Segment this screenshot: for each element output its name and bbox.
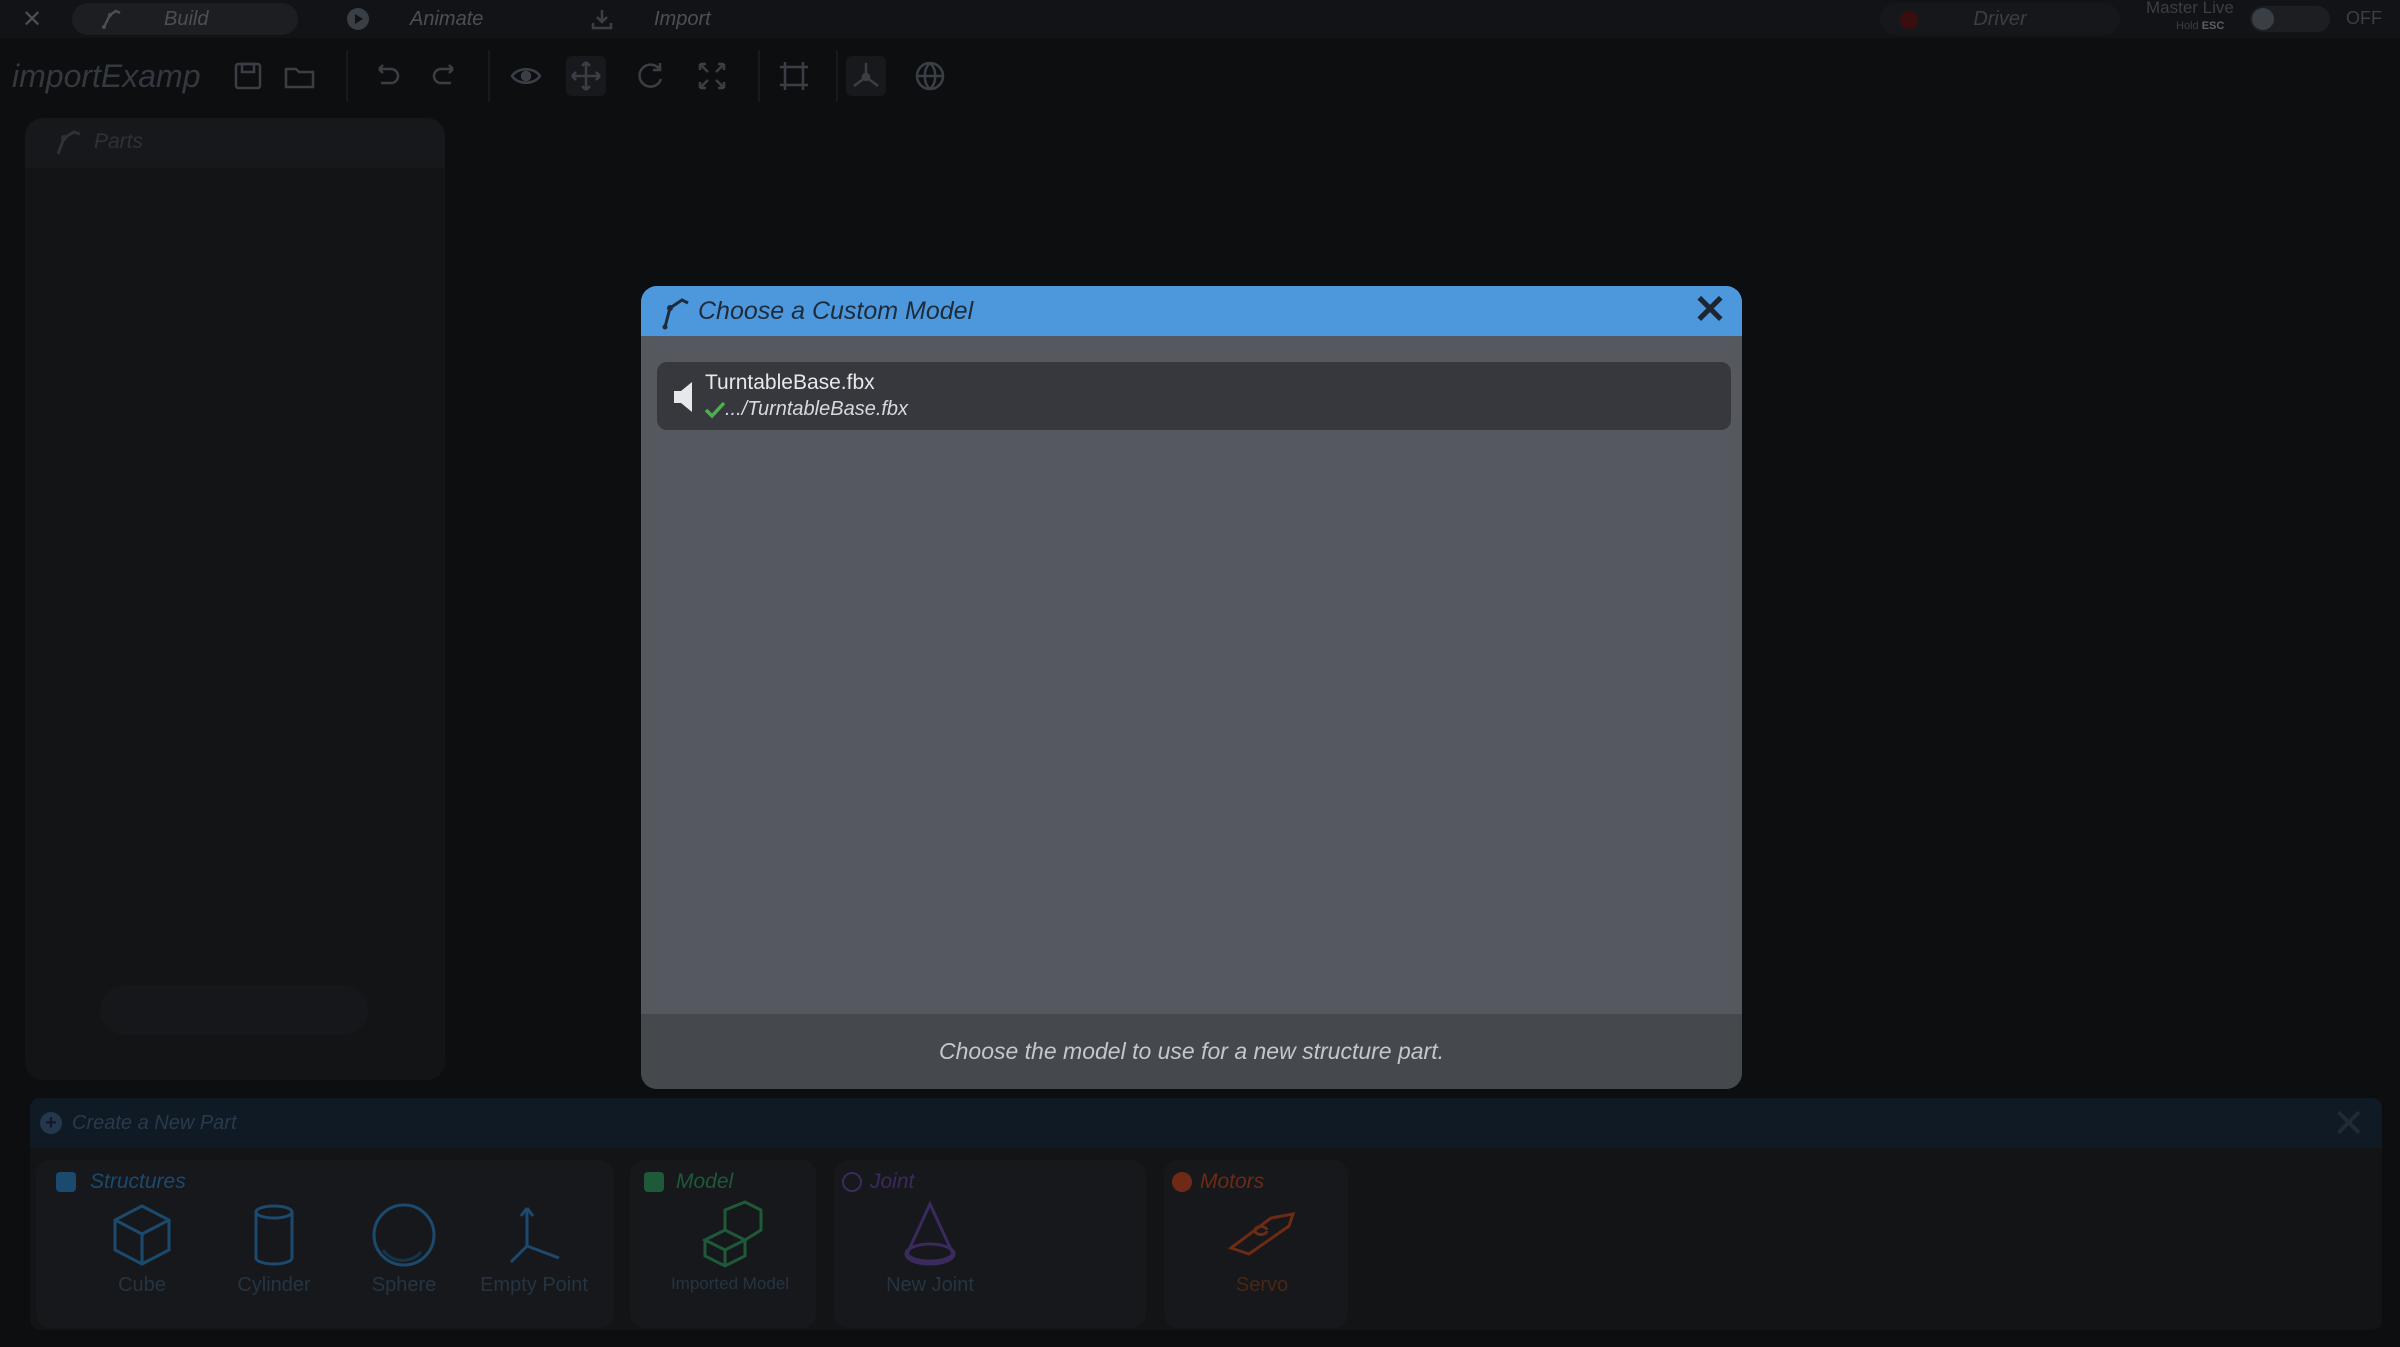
- model-file-name: TurntableBase.fbx: [705, 371, 875, 394]
- parts-panel: [25, 118, 445, 1080]
- toolbar-divider: [488, 50, 490, 102]
- part-new-joint[interactable]: New Joint: [870, 1200, 990, 1297]
- imported-model-icon: [701, 1200, 763, 1268]
- group-structures-title: Structures: [90, 1170, 186, 1193]
- record-indicator-icon: [1900, 11, 1918, 29]
- dialog-hint: Choose the model to use for a new struct…: [939, 1038, 1444, 1064]
- joint-icon: [842, 1172, 862, 1192]
- part-imported-model[interactable]: Imported Model: [670, 1200, 790, 1294]
- close-create-panel-icon[interactable]: ✕: [2332, 1104, 2366, 1144]
- cube-icon: [113, 1204, 171, 1266]
- check-icon: [704, 401, 726, 419]
- tab-import-label: Import: [654, 7, 711, 30]
- esc-label: ESC: [2201, 20, 2225, 32]
- motors-icon: [1172, 1172, 1192, 1192]
- scale-icon[interactable]: [692, 56, 732, 96]
- save-icon[interactable]: [228, 56, 268, 96]
- part-empty-point[interactable]: Empty Point: [474, 1200, 594, 1297]
- power-icon: [2252, 8, 2274, 30]
- parts-icon: [56, 130, 81, 155]
- servo-icon: [1227, 1212, 1296, 1256]
- hold-label: Hold: [2176, 20, 2199, 32]
- speaker-icon: [674, 382, 692, 412]
- dialog-title: Choose a Custom Model: [698, 297, 974, 325]
- undo-icon[interactable]: [366, 56, 406, 96]
- group-model-title: Model: [676, 1170, 734, 1193]
- create-part-header: [30, 1098, 2382, 1148]
- part-new-joint-label: New Joint: [886, 1274, 974, 1296]
- tab-animate[interactable]: Animate: [318, 3, 542, 35]
- move-icon[interactable]: [566, 56, 606, 96]
- structures-icon: [56, 1172, 76, 1192]
- part-cube-label: Cube: [118, 1274, 166, 1296]
- model-icon: [644, 1172, 664, 1192]
- rotate-icon[interactable]: [630, 56, 670, 96]
- master-live-label: Master Live: [2146, 0, 2234, 17]
- toolbar-divider: [758, 50, 760, 102]
- parts-panel-button[interactable]: [100, 985, 368, 1035]
- open-folder-icon[interactable]: [280, 56, 320, 96]
- part-cube[interactable]: Cube: [82, 1200, 202, 1297]
- part-servo[interactable]: Servo: [1202, 1200, 1322, 1297]
- build-icon: [102, 9, 121, 29]
- part-cylinder-label: Cylinder: [237, 1274, 311, 1296]
- driver-label: Driver: [1973, 7, 2027, 30]
- close-app-icon[interactable]: ✕: [20, 8, 44, 32]
- part-imported-model-label: Imported Model: [670, 1274, 790, 1293]
- toggle-state-label: OFF: [2346, 8, 2382, 28]
- empty-point-icon: [509, 1207, 560, 1264]
- cylinder-icon: [254, 1204, 294, 1266]
- pivot-icon[interactable]: [846, 56, 886, 96]
- globe-icon[interactable]: [910, 56, 950, 96]
- import-icon: [591, 10, 613, 30]
- sphere-icon: [372, 1203, 436, 1267]
- play-icon: [347, 8, 369, 30]
- parts-panel-title: Parts: [94, 130, 144, 153]
- project-title[interactable]: importExamp: [12, 58, 201, 95]
- plus-icon: +: [40, 1112, 62, 1134]
- new-joint-icon: [904, 1200, 956, 1266]
- parts-panel-header: [25, 118, 445, 168]
- part-sphere[interactable]: Sphere: [344, 1200, 464, 1297]
- toolbar-divider: [346, 50, 348, 102]
- tab-build[interactable]: Build: [72, 3, 298, 35]
- toolbar-divider: [836, 50, 838, 102]
- part-sphere-label: Sphere: [371, 1274, 437, 1296]
- group-motors-title: Motors: [1200, 1170, 1265, 1193]
- part-empty-point-label: Empty Point: [480, 1274, 588, 1296]
- tab-animate-label: Animate: [410, 7, 484, 30]
- part-cylinder[interactable]: Cylinder: [214, 1200, 334, 1297]
- tab-import[interactable]: Import: [562, 3, 786, 35]
- redo-icon[interactable]: [426, 56, 466, 96]
- model-file-path: .../TurntableBase.fbx: [725, 398, 909, 420]
- eye-icon[interactable]: [506, 56, 546, 96]
- create-part-title: Create a New Part: [72, 1112, 237, 1134]
- tab-build-label: Build: [164, 7, 209, 30]
- model-picker-icon: [662, 298, 689, 330]
- hold-esc-hint: Hold ESC: [2176, 20, 2224, 32]
- part-servo-label: Servo: [1235, 1274, 1289, 1296]
- frame-icon[interactable]: [774, 56, 814, 96]
- dialog-close-icon[interactable]: ✕: [1690, 290, 1730, 330]
- group-joint-title: Joint: [870, 1170, 915, 1193]
